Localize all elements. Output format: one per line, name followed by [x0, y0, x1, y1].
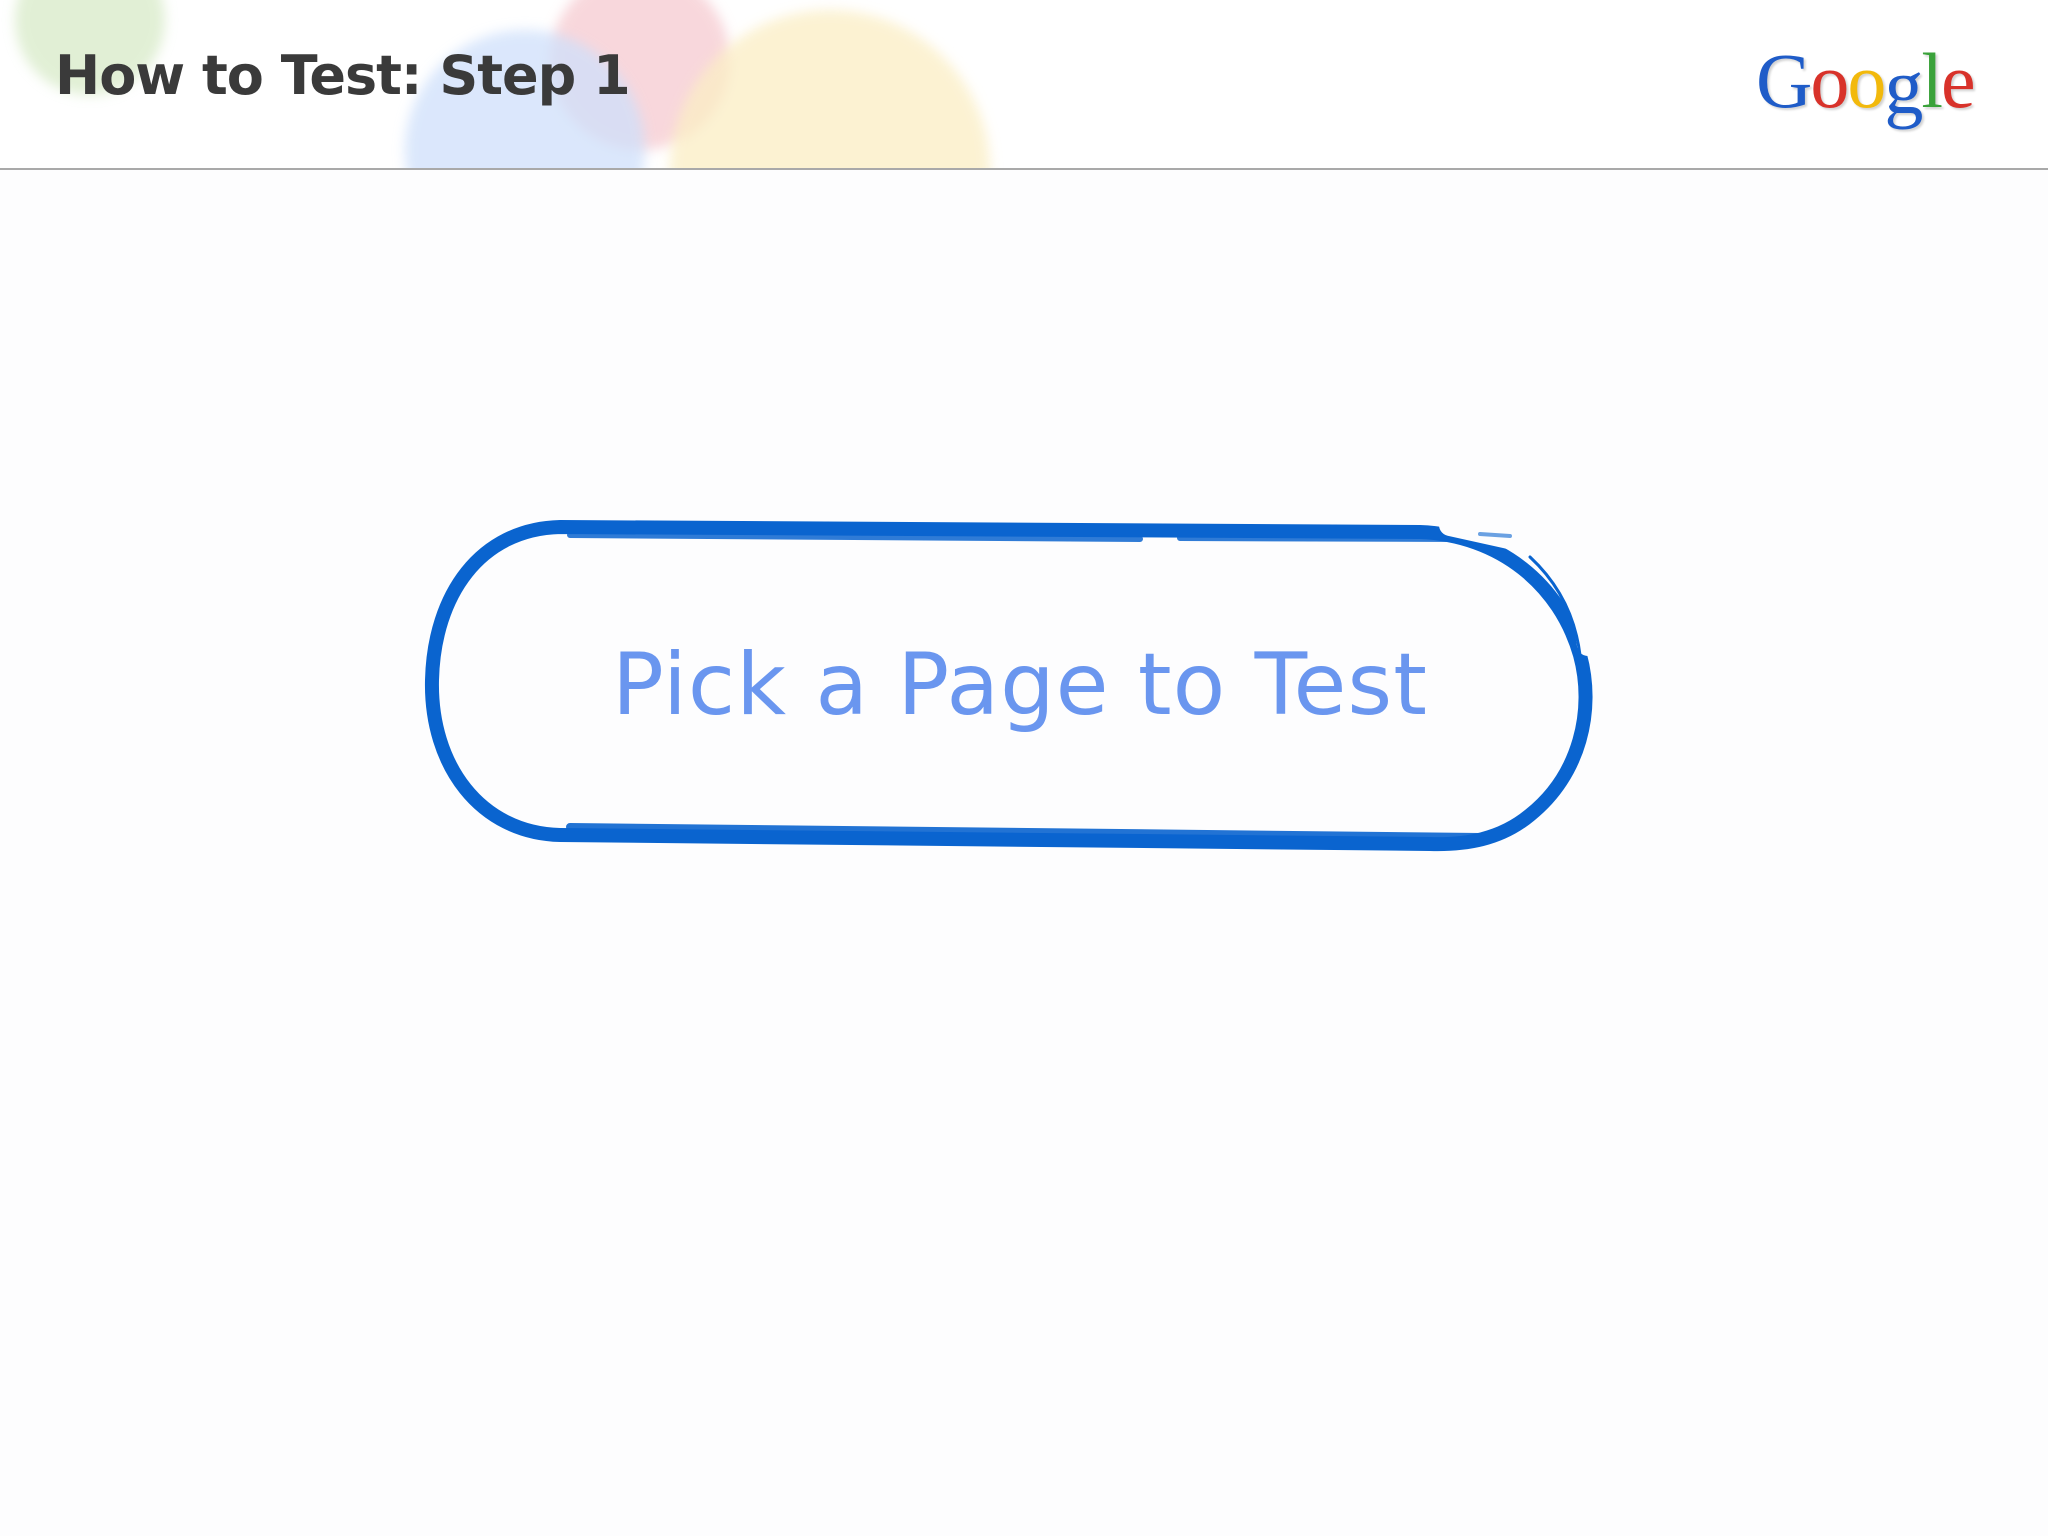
- google-logo-letter: e: [1941, 37, 1976, 124]
- slide-header: How to Test: Step 1 Google: [0, 0, 2048, 170]
- google-logo-letter: g: [1884, 43, 1923, 130]
- google-logo-letter: o: [1847, 37, 1886, 124]
- google-logo-letter: l: [1921, 37, 1943, 124]
- slide-title: How to Test: Step 1: [55, 44, 631, 107]
- slide: How to Test: Step 1 Google Pick a Page t…: [0, 0, 2048, 1536]
- callout-pill: Pick a Page to Test: [420, 505, 1600, 865]
- google-logo: Google: [1756, 37, 1976, 126]
- google-logo-letter: G: [1756, 37, 1812, 124]
- header-divider: [0, 168, 2048, 170]
- callout-label: Pick a Page to Test: [612, 635, 1428, 735]
- google-logo-letter: o: [1810, 37, 1849, 124]
